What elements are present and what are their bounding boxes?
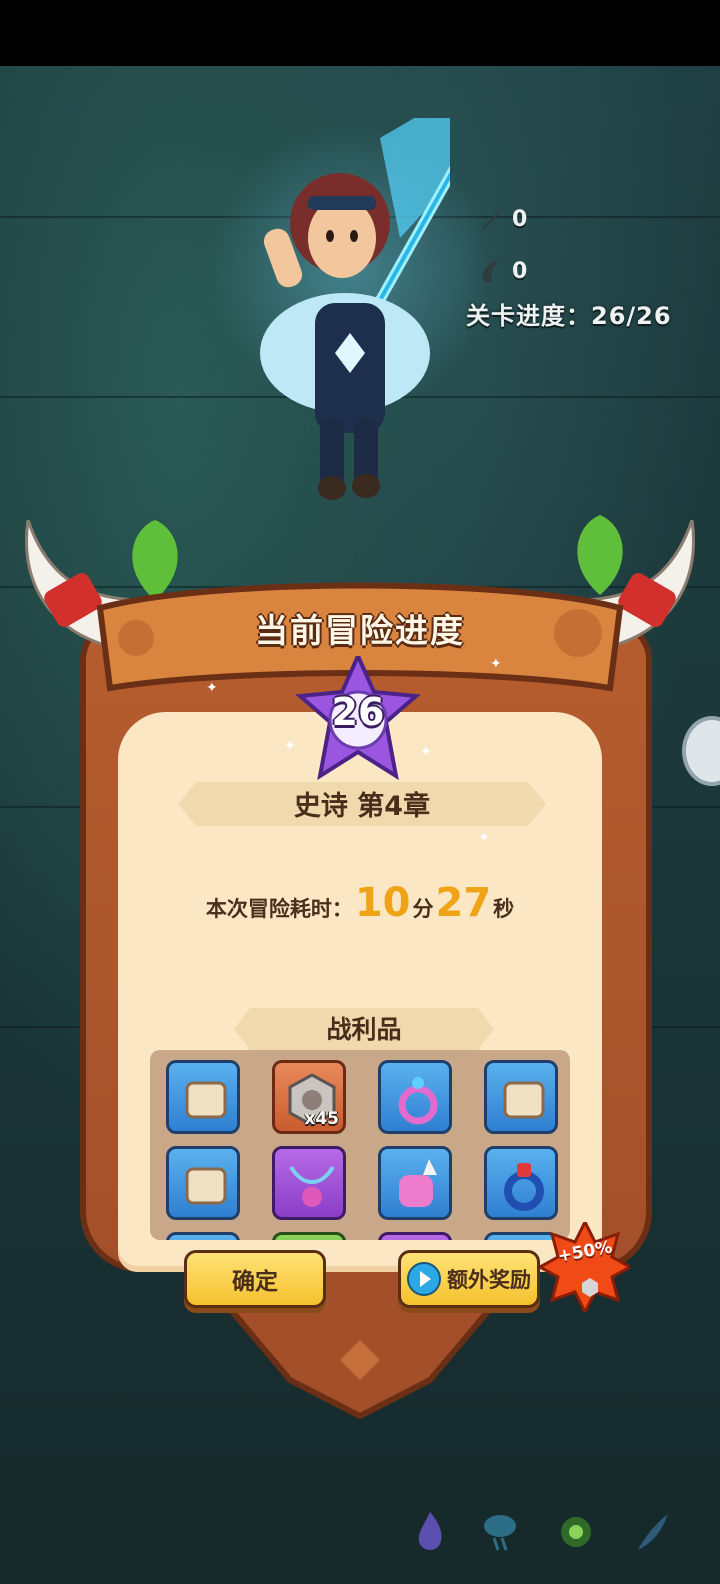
loot-slot[interactable] bbox=[484, 1060, 558, 1134]
stage-progress: 关卡进度：26/26 bbox=[466, 302, 672, 330]
loot-slot[interactable] bbox=[378, 1060, 452, 1134]
time-seconds: 27 bbox=[435, 880, 492, 926]
claw-count: 0 bbox=[512, 258, 528, 284]
extra-reward-label: 额外奖励 bbox=[447, 1268, 531, 1292]
pink-amulet-icon bbox=[398, 1077, 438, 1125]
kill-count: 0 bbox=[512, 206, 528, 232]
time-seconds-unit: 秒 bbox=[493, 897, 515, 921]
loot-grid: x45 bbox=[150, 1050, 570, 1240]
claw-counter: 0 bbox=[478, 258, 527, 284]
hero-character bbox=[260, 118, 450, 500]
confirm-label: 确定 bbox=[232, 1269, 278, 1295]
loot-slot[interactable]: x45 bbox=[272, 1060, 346, 1134]
loot-slot[interactable] bbox=[378, 1146, 452, 1220]
chapter-label: 史诗 第4章 bbox=[293, 791, 431, 822]
status-bar bbox=[0, 0, 720, 66]
kill-counter: 0 bbox=[478, 206, 527, 232]
extra-reward-button[interactable]: 额外奖励 bbox=[398, 1250, 540, 1308]
green-orb-icon bbox=[561, 1517, 591, 1547]
loot-title: 战利品 bbox=[326, 1015, 402, 1044]
flame-icon bbox=[418, 1512, 442, 1550]
video-play-icon bbox=[407, 1262, 441, 1296]
sparkle-icon: ✦ bbox=[420, 744, 432, 760]
time-minutes: 10 bbox=[354, 880, 411, 926]
sparkle-icon: ✦ bbox=[284, 738, 296, 754]
storm-cloud-icon bbox=[484, 1515, 516, 1551]
sparkle-icon: ✦ bbox=[206, 680, 218, 696]
time-label: 本次冒险耗时： bbox=[205, 897, 353, 921]
sparkle-icon: ✦ bbox=[478, 830, 490, 846]
panel-title: 当前冒险进度 bbox=[255, 611, 465, 650]
sparkle-icon: ✦ bbox=[490, 656, 502, 672]
scroll-icon bbox=[503, 1081, 545, 1119]
time-minutes-unit: 分 bbox=[412, 897, 434, 921]
elapsed-time: 本次冒险耗时： 10 分 27 秒 bbox=[0, 880, 720, 926]
loot-slot[interactable] bbox=[272, 1232, 346, 1240]
loot-slot[interactable] bbox=[166, 1060, 240, 1134]
sword-icon bbox=[482, 209, 501, 229]
ring-icon bbox=[504, 1163, 544, 1211]
loot-slot[interactable] bbox=[272, 1146, 346, 1220]
loot-slot[interactable] bbox=[166, 1232, 240, 1240]
scroll-icon bbox=[185, 1167, 227, 1205]
loot-slot[interactable] bbox=[484, 1146, 558, 1220]
wind-blade-icon bbox=[638, 1514, 668, 1550]
loot-slot[interactable] bbox=[166, 1146, 240, 1220]
claw-icon bbox=[482, 260, 500, 282]
confirm-button[interactable]: 确定 bbox=[184, 1250, 326, 1308]
loot-slot[interactable] bbox=[378, 1232, 452, 1240]
gauntlet-icon bbox=[399, 1159, 437, 1207]
loot-count: x45 bbox=[304, 1109, 339, 1129]
scroll-icon bbox=[185, 1081, 227, 1119]
necklace-icon bbox=[289, 1165, 335, 1207]
stage-number: 26 bbox=[331, 690, 385, 734]
